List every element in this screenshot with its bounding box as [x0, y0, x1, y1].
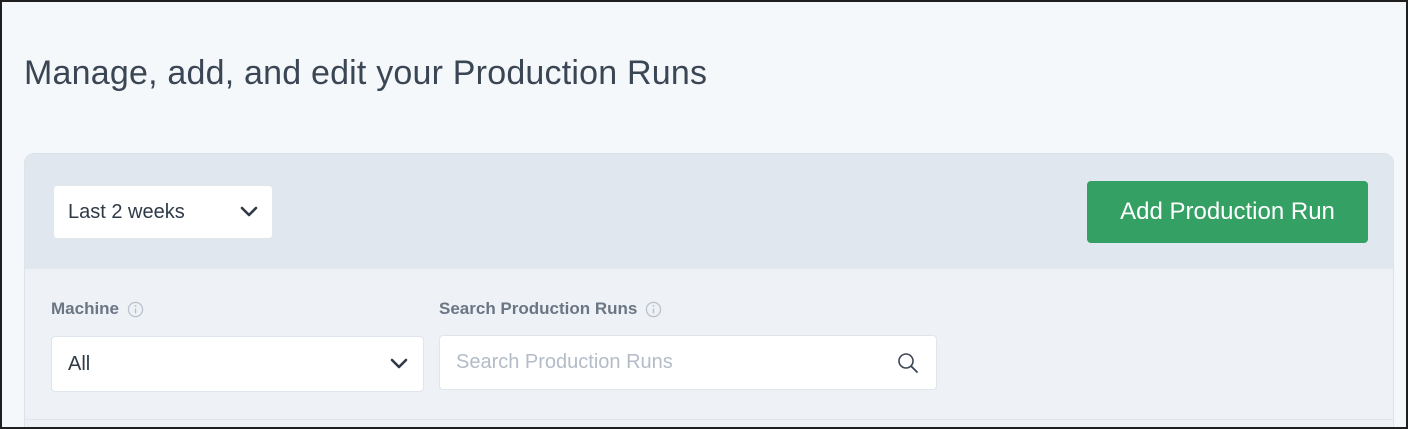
machine-label: Machine [51, 299, 144, 319]
machine-select-value: All [68, 352, 91, 375]
chevron-down-icon [390, 358, 408, 369]
filter-row: Machine All Search Production Runs [25, 269, 1393, 419]
chevron-down-icon [240, 206, 258, 217]
machine-select[interactable]: All [51, 336, 424, 392]
date-range-value: Last 2 weeks [68, 200, 185, 223]
search-box [439, 335, 937, 390]
search-label-text: Search Production Runs [439, 299, 638, 318]
machine-label-text: Machine [51, 299, 120, 318]
add-production-run-button[interactable]: Add Production Run [1087, 181, 1368, 243]
panel-divider [25, 419, 1393, 420]
production-runs-panel: Last 2 weeks Add Production Run Machine … [24, 153, 1394, 427]
search-label: Search Production Runs [439, 299, 662, 319]
search-icon[interactable] [896, 351, 920, 375]
info-icon[interactable] [127, 301, 144, 318]
search-input[interactable] [456, 351, 896, 374]
date-range-select[interactable]: Last 2 weeks [53, 185, 273, 239]
app-frame: Manage, add, and edit your Production Ru… [0, 0, 1408, 429]
info-icon[interactable] [645, 301, 662, 318]
page-title: Manage, add, and edit your Production Ru… [24, 54, 708, 92]
panel-header: Last 2 weeks Add Production Run [25, 154, 1393, 269]
